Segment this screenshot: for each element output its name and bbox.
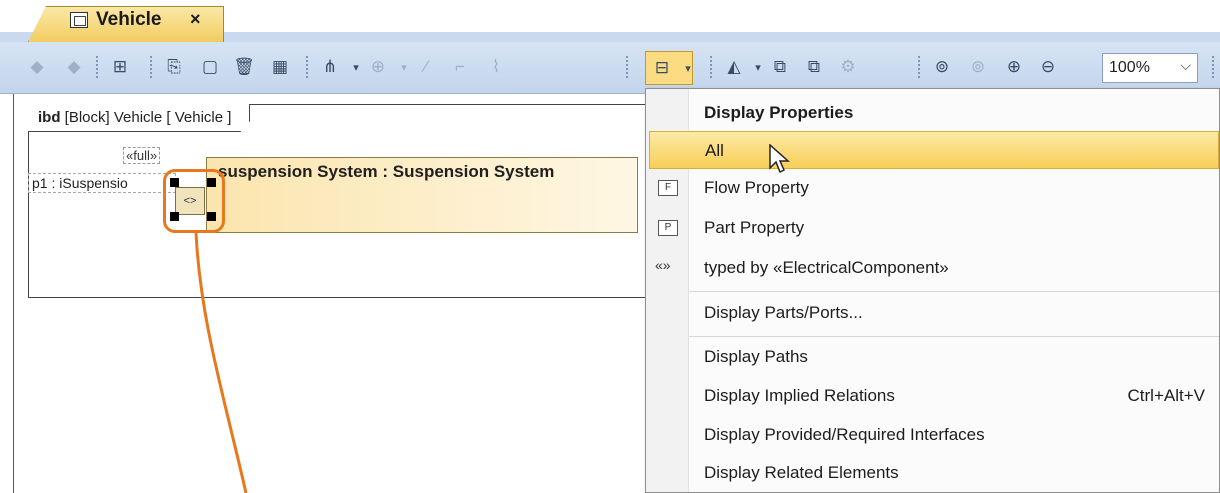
menu-item-part-property[interactable]: P Part Property xyxy=(646,209,1219,247)
mouse-cursor-icon xyxy=(769,144,790,174)
menu-item-shortcut: Ctrl+Alt+V xyxy=(1127,386,1205,405)
menu-item-display-interfaces[interactable]: Display Provided/Required Interfaces xyxy=(646,416,1219,454)
menu-item-label: Display Related Elements xyxy=(704,463,899,482)
menu-item-display-parts-ports[interactable]: Display Parts/Ports... xyxy=(646,294,1219,332)
menu-item-label: Display Parts/Ports... xyxy=(704,303,863,322)
menu-item-label: All xyxy=(705,141,724,160)
menu-item-label: Flow Property xyxy=(704,178,809,197)
menu-header-label: Display Properties xyxy=(704,103,854,122)
menu-item-display-implied-relations[interactable]: Display Implied Relations Ctrl+Alt+V xyxy=(646,377,1219,415)
part-property-icon: P xyxy=(658,220,678,236)
flow-property-icon: F xyxy=(658,180,678,196)
menu-separator xyxy=(689,336,1219,337)
menu-item-typed-by[interactable]: «» typed by «ElectricalComponent» xyxy=(646,249,1219,287)
menu-item-label: Display Implied Relations xyxy=(704,386,895,405)
menu-item-label: Part Property xyxy=(704,218,805,237)
menu-item-display-paths[interactable]: Display Paths xyxy=(646,338,1219,376)
menu-separator xyxy=(689,291,1219,292)
menu-item-all[interactable]: All xyxy=(649,131,1219,169)
menu-item-label: Display Provided/Required Interfaces xyxy=(704,425,985,444)
menu-item-flow-property[interactable]: F Flow Property xyxy=(646,169,1219,207)
menu-item-label: typed by «ElectricalComponent» xyxy=(704,258,949,277)
menu-item-label: Display Paths xyxy=(704,347,808,366)
stereotype-icon: «» xyxy=(655,257,671,273)
display-properties-menu: Display Properties All F Flow Property P… xyxy=(645,88,1220,493)
menu-item-display-related-elements[interactable]: Display Related Elements xyxy=(646,454,1219,492)
menu-header: Display Properties xyxy=(646,94,1219,132)
